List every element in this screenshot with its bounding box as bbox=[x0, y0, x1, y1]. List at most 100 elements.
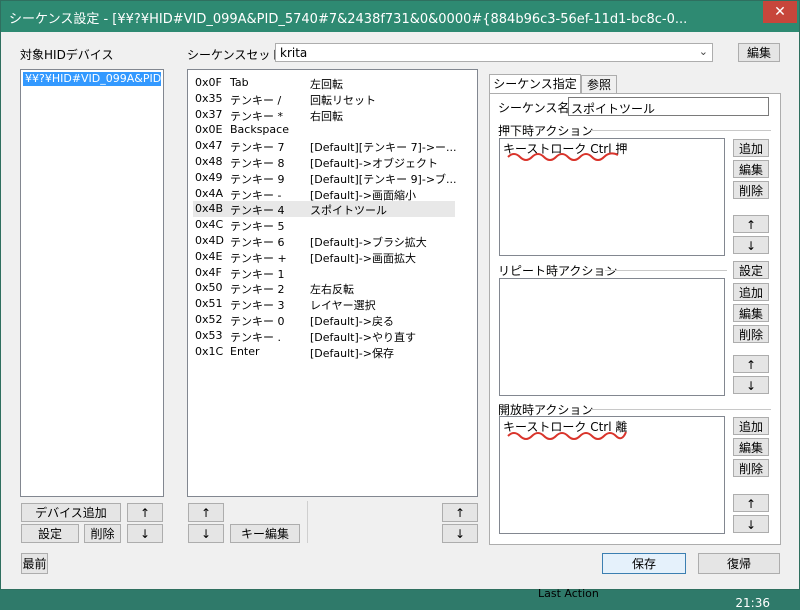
sequence-key: テンキー 5 bbox=[230, 220, 285, 234]
title-bar: シーケンス設定 - [¥¥?¥HID#VID_099A&PID_5740#7&2… bbox=[1, 1, 799, 32]
sequence-action: [Default]->保存 bbox=[310, 346, 394, 360]
device-up-button[interactable]: ↑ bbox=[127, 503, 163, 522]
device-settings-button[interactable]: 設定 bbox=[21, 524, 79, 543]
topmost-button[interactable]: 最前 bbox=[21, 553, 48, 574]
sequence-row[interactable]: 0x52 テンキー 0 [Default]->戻る bbox=[193, 312, 455, 328]
release-up-button[interactable]: ↑ bbox=[733, 494, 769, 512]
hid-device-list[interactable]: ¥¥?¥HID#VID_099A&PID_57 bbox=[20, 69, 164, 497]
sequence-row[interactable]: 0x51 テンキー 3 レイヤー選択 bbox=[193, 296, 455, 312]
sequence-row[interactable]: 0x47 テンキー 7 [Default][テンキー 7]->ー... bbox=[193, 138, 457, 154]
sequence-code: 0x47 bbox=[195, 139, 223, 153]
key-edit-button[interactable]: キー編集 bbox=[230, 524, 300, 543]
repeat-action-list[interactable] bbox=[499, 278, 725, 396]
sequence-code: 0x49 bbox=[195, 170, 223, 184]
sequence-key: テンキー 9 bbox=[230, 172, 285, 186]
sequence-name-input[interactable]: スポイトツール bbox=[568, 97, 769, 116]
tab-sequence-spec[interactable]: シーケンス指定 bbox=[489, 74, 581, 94]
repeat-action-label: リピート時アクション bbox=[498, 262, 621, 279]
sequence-code: 0x37 bbox=[195, 107, 223, 121]
sequence-set-edit-button[interactable]: 編集 bbox=[738, 43, 780, 62]
close-icon: ✕ bbox=[774, 4, 786, 20]
release-down-button[interactable]: ↓ bbox=[733, 515, 769, 533]
sequence-set-select[interactable]: krita ⌄ bbox=[275, 43, 713, 62]
sequence-row[interactable]: 0x4C テンキー 5 bbox=[193, 217, 455, 233]
sequence-down-button-left[interactable]: ↓ bbox=[188, 524, 224, 543]
sequence-key: テンキー 2 bbox=[230, 283, 285, 297]
sequence-row[interactable]: 0x49 テンキー 9 [Default][テンキー 9]->ブ... bbox=[193, 170, 457, 186]
sequence-code: 0x4F bbox=[195, 265, 222, 279]
press-action-list[interactable]: キーストローク Ctrl 押 bbox=[499, 138, 725, 256]
press-add-button[interactable]: 追加 bbox=[733, 139, 769, 157]
tab-reference[interactable]: 参照 bbox=[581, 75, 617, 94]
sequence-row[interactable]: 0x4F テンキー 1 bbox=[193, 265, 455, 281]
sequence-key: Enter bbox=[230, 344, 260, 358]
sequence-key: テンキー - bbox=[230, 188, 282, 202]
press-edit-button[interactable]: 編集 bbox=[733, 160, 769, 178]
sequence-row[interactable]: 0x48 テンキー 8 [Default]->オブジェクト bbox=[193, 154, 455, 170]
repeat-edit-button[interactable]: 編集 bbox=[733, 304, 769, 322]
sequence-code: 0x4B bbox=[195, 202, 224, 216]
sequence-row[interactable]: 0x4B テンキー 4 スポイトツール bbox=[193, 201, 455, 218]
hid-device-item[interactable]: ¥¥?¥HID#VID_099A&PID_57 bbox=[23, 72, 161, 86]
sequence-code: 0x4E bbox=[195, 249, 223, 263]
release-edit-button[interactable]: 編集 bbox=[733, 438, 769, 456]
sequence-up-button-right[interactable]: ↑ bbox=[442, 503, 478, 522]
restore-button[interactable]: 復帰 bbox=[698, 553, 780, 574]
device-delete-button[interactable]: 削除 bbox=[84, 524, 121, 543]
sequence-row[interactable]: 0x0E Backspace bbox=[193, 122, 455, 138]
group-line bbox=[591, 409, 771, 410]
release-action-list[interactable]: キーストローク Ctrl 離 bbox=[499, 416, 725, 534]
press-delete-button[interactable]: 削除 bbox=[733, 181, 769, 199]
sequence-code: 0x35 bbox=[195, 91, 223, 105]
repeat-delete-button[interactable]: 削除 bbox=[733, 325, 769, 343]
sequence-row[interactable]: 0x53 テンキー . [Default]->やり直す bbox=[193, 328, 455, 344]
sequence-action: [Default]->画面拡大 bbox=[310, 251, 416, 265]
add-device-button[interactable]: デバイス追加 bbox=[21, 503, 121, 522]
sequence-action: 左回転 bbox=[310, 78, 343, 91]
sequence-code: 0x1C bbox=[195, 344, 224, 358]
sequence-down-button-right[interactable]: ↓ bbox=[442, 524, 478, 543]
sequence-row[interactable]: 0x50 テンキー 2 左右反転 bbox=[193, 280, 455, 296]
sequence-action: レイヤー選択 bbox=[310, 299, 376, 313]
divider bbox=[307, 501, 308, 543]
annotation-squiggle bbox=[507, 152, 619, 161]
save-button[interactable]: 保存 bbox=[602, 553, 686, 574]
sequence-key: テンキー * bbox=[230, 109, 283, 123]
sequence-key: テンキー 0 bbox=[230, 315, 285, 328]
repeat-settings-button[interactable]: 設定 bbox=[733, 261, 769, 279]
repeat-add-button[interactable]: 追加 bbox=[733, 283, 769, 301]
sequence-code: 0x52 bbox=[195, 313, 223, 326]
sequence-action: [Default][テンキー 7]->ー... bbox=[310, 141, 457, 155]
repeat-down-button[interactable]: ↓ bbox=[733, 376, 769, 394]
sequence-row[interactable]: 0x35 テンキー / 回転リセット bbox=[193, 91, 455, 107]
sequence-code: 0x0F bbox=[195, 76, 222, 89]
sequence-row[interactable]: 0x4E テンキー + [Default]->画面拡大 bbox=[193, 249, 455, 265]
sequence-name-value: スポイトツール bbox=[571, 102, 656, 116]
repeat-up-button[interactable]: ↑ bbox=[733, 355, 769, 373]
sequence-key: テンキー 3 bbox=[230, 299, 285, 313]
sequence-code: 0x4D bbox=[195, 234, 224, 247]
sequence-row[interactable]: 0x4A テンキー - [Default]->画面縮小 bbox=[193, 186, 455, 202]
annotation-squiggle bbox=[507, 431, 627, 440]
sequence-up-button-left[interactable]: ↑ bbox=[188, 503, 224, 522]
sequence-code: 0x53 bbox=[195, 328, 223, 342]
sequence-code: 0x50 bbox=[195, 281, 223, 295]
status-text: Last Action bbox=[538, 587, 599, 600]
device-down-button[interactable]: ↓ bbox=[127, 524, 163, 543]
sequence-row[interactable]: 0x1C Enter [Default]->保存 bbox=[193, 344, 455, 360]
sequence-row[interactable]: 0x0F Tab 左回転 bbox=[193, 75, 455, 91]
close-button[interactable]: ✕ bbox=[763, 1, 797, 23]
sequence-row[interactable]: 0x37 テンキー * 右回転 bbox=[193, 107, 455, 123]
sequence-row[interactable]: 0x4D テンキー 6 [Default]->ブラシ拡大 bbox=[193, 233, 455, 249]
release-add-button[interactable]: 追加 bbox=[733, 417, 769, 435]
sequence-key: Backspace bbox=[230, 123, 289, 137]
release-delete-button[interactable]: 削除 bbox=[733, 459, 769, 477]
sequence-key: Tab bbox=[230, 76, 249, 89]
press-down-button[interactable]: ↓ bbox=[733, 236, 769, 254]
press-up-button[interactable]: ↑ bbox=[733, 215, 769, 233]
sequence-key: テンキー 6 bbox=[230, 236, 285, 249]
sequence-code: 0x0E bbox=[195, 123, 223, 137]
sequence-key: テンキー + bbox=[230, 251, 287, 265]
sequence-list[interactable]: 0x0F Tab 左回転 0x35 テンキー / 回転リセット 0x37 テンキー * 右回転 0… bbox=[187, 69, 478, 497]
sequence-key: テンキー 4 bbox=[230, 204, 285, 218]
